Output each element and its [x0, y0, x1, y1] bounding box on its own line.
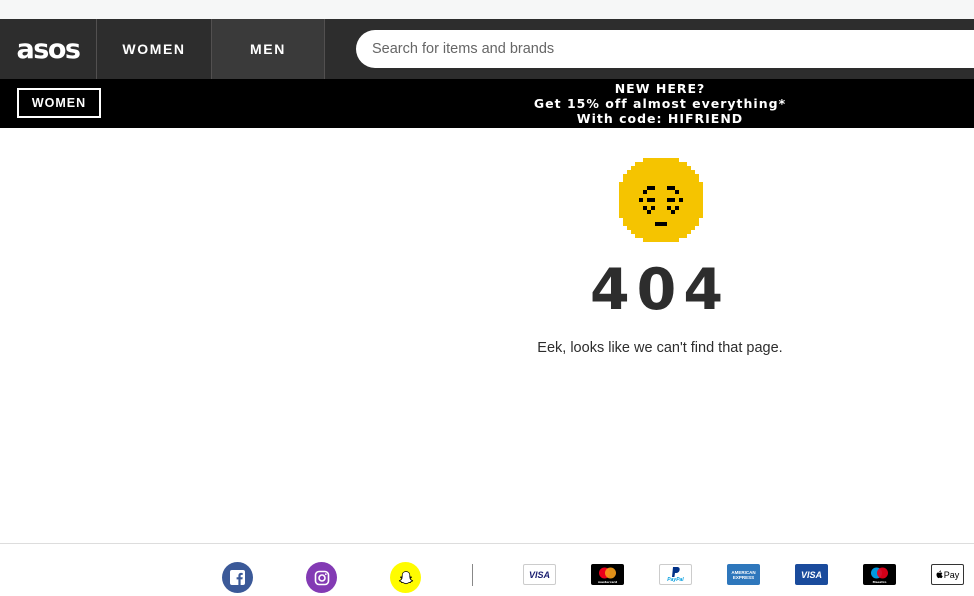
asos-logo[interactable]: asos [0, 19, 96, 79]
mastercard-icon: mastercard [591, 564, 624, 585]
error-message: Eek, looks like we can't find that page. [537, 340, 783, 356]
promo-line-2: Get 15% off almost everything* [533, 96, 787, 111]
paypal-icon: PayPal [659, 564, 692, 585]
visa-icon: VISA [523, 564, 556, 585]
error-code: 404 [590, 257, 730, 323]
mastercard-label: mastercard [598, 580, 617, 584]
maestro-icon: Maestro [863, 564, 896, 585]
facebook-icon[interactable] [222, 562, 253, 593]
top-strip [0, 0, 974, 19]
site-header: asos WOMEN MEN Search for items and bran… [0, 19, 974, 79]
american-express-icon: AMERICAN EXPRESS [727, 564, 760, 585]
nav-tab-men[interactable]: MEN [211, 19, 325, 79]
nav-tab-women[interactable]: WOMEN [96, 19, 211, 79]
sad-face-icon [619, 158, 703, 242]
snapchat-icon[interactable] [390, 562, 421, 593]
paypal-label: PayPal [667, 576, 684, 583]
promo-line-3: With code: HIFRIEND [576, 111, 744, 126]
promo-banner: WOMEN NEW HERE? Get 15% off almost every… [0, 79, 974, 128]
promo-line-1: NEW HERE? [614, 81, 706, 96]
promo-text[interactable]: NEW HERE? Get 15% off almost everything*… [500, 81, 820, 126]
visa-electron-icon: VISA [795, 564, 828, 585]
footer: VISA mastercard PayPal AMERICAN EXPRESS … [0, 543, 974, 596]
apple-pay-icon: Pay [931, 564, 964, 585]
maestro-label: Maestro [873, 580, 887, 584]
search-input[interactable]: Search for items and brands [356, 30, 974, 68]
apple-pay-label: Pay [943, 569, 960, 580]
instagram-icon[interactable] [306, 562, 337, 593]
promo-women-button[interactable]: WOMEN [17, 88, 101, 118]
footer-divider [472, 564, 473, 586]
